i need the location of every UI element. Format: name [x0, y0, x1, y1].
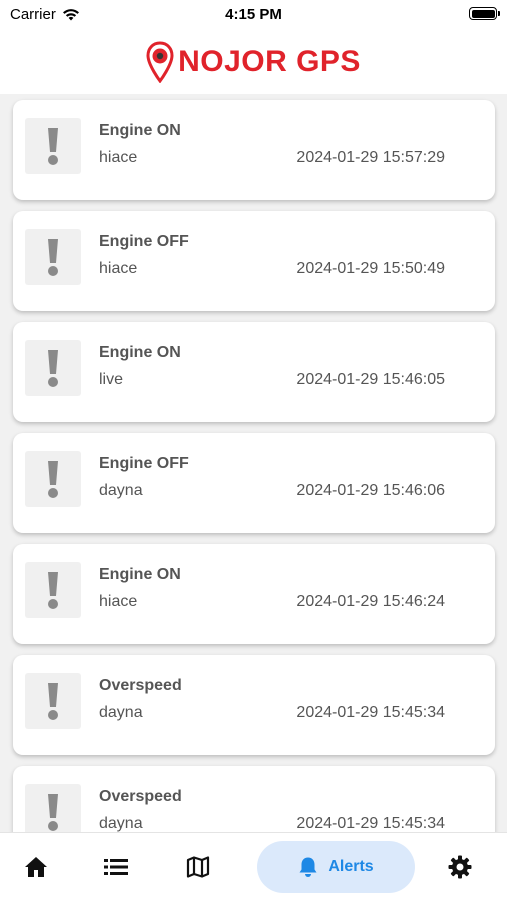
- alert-timestamp: 2024-01-29 15:46:05: [296, 371, 445, 388]
- alert-card[interactable]: Overspeed dayna 2024-01-29 15:45:34: [13, 655, 495, 755]
- map-icon: [186, 856, 210, 878]
- alert-device: dayna: [99, 815, 143, 832]
- home-icon: [25, 857, 47, 877]
- brand-logo: NOJOR GPS: [146, 41, 361, 83]
- alert-icon-box: [25, 340, 81, 396]
- alert-title: Engine ON: [99, 566, 181, 583]
- exclamation-icon: [48, 461, 58, 498]
- bottom-tab-bar: Alerts: [0, 832, 507, 900]
- alert-icon-box: [25, 673, 81, 729]
- list-icon: [104, 859, 128, 875]
- alert-card[interactable]: Overspeed dayna 2024-01-29 15:45:34: [13, 766, 495, 832]
- battery-icon: [469, 7, 500, 20]
- alert-timestamp: 2024-01-29 15:57:29: [296, 149, 445, 166]
- exclamation-icon: [48, 794, 58, 831]
- alert-device: live: [99, 371, 124, 388]
- tab-alerts[interactable]: Alerts: [257, 841, 415, 893]
- alert-card[interactable]: Engine OFF dayna 2024-01-29 15:46:06: [13, 433, 495, 533]
- alert-card[interactable]: Engine ON hiace 2024-01-29 15:57:29: [13, 100, 495, 200]
- tab-settings[interactable]: [432, 841, 488, 893]
- alert-icon-box: [25, 229, 81, 285]
- location-pin-icon: [146, 41, 174, 83]
- alert-card[interactable]: Engine ON live 2024-01-29 15:46:05: [13, 322, 495, 422]
- exclamation-icon: [48, 572, 58, 609]
- alerts-list[interactable]: Engine ON hiace 2024-01-29 15:57:29 Engi…: [0, 94, 507, 832]
- alert-title: Engine OFF: [99, 455, 189, 472]
- alert-title: Engine ON: [99, 122, 181, 139]
- alert-device: hiace: [99, 260, 138, 277]
- tab-home[interactable]: [8, 841, 64, 893]
- alert-title: Overspeed: [99, 788, 182, 805]
- clock: 4:15 PM: [225, 6, 282, 23]
- exclamation-icon: [48, 239, 58, 276]
- alert-card[interactable]: Engine ON hiace 2024-01-29 15:46:24: [13, 544, 495, 644]
- alert-title: Engine OFF: [99, 233, 189, 250]
- alert-timestamp: 2024-01-29 15:45:34: [296, 815, 445, 832]
- alert-timestamp: 2024-01-29 15:50:49: [296, 260, 445, 277]
- alert-device: hiace: [99, 149, 138, 166]
- alert-timestamp: 2024-01-29 15:46:24: [296, 593, 445, 610]
- tab-alerts-label: Alerts: [328, 858, 374, 875]
- status-bar: Carrier 4:15 PM: [0, 0, 507, 30]
- exclamation-icon: [48, 350, 58, 387]
- alert-title: Engine ON: [99, 344, 181, 361]
- app-header: NOJOR GPS: [0, 30, 507, 94]
- alert-device: dayna: [99, 704, 143, 721]
- alert-icon-box: [25, 118, 81, 174]
- alert-timestamp: 2024-01-29 15:46:06: [296, 482, 445, 499]
- tab-list[interactable]: [88, 841, 144, 893]
- tab-map[interactable]: [170, 841, 226, 893]
- exclamation-icon: [48, 683, 58, 720]
- alert-icon-box: [25, 784, 81, 832]
- exclamation-icon: [48, 128, 58, 165]
- alert-icon-box: [25, 562, 81, 618]
- alert-card[interactable]: Engine OFF hiace 2024-01-29 15:50:49: [13, 211, 495, 311]
- alert-device: hiace: [99, 593, 138, 610]
- brand-name: NOJOR GPS: [178, 45, 361, 78]
- alert-device: dayna: [99, 482, 143, 499]
- bell-icon: [299, 857, 317, 877]
- alert-title: Overspeed: [99, 677, 182, 694]
- gear-icon: [448, 855, 472, 879]
- alert-icon-box: [25, 451, 81, 507]
- alert-timestamp: 2024-01-29 15:45:34: [296, 704, 445, 721]
